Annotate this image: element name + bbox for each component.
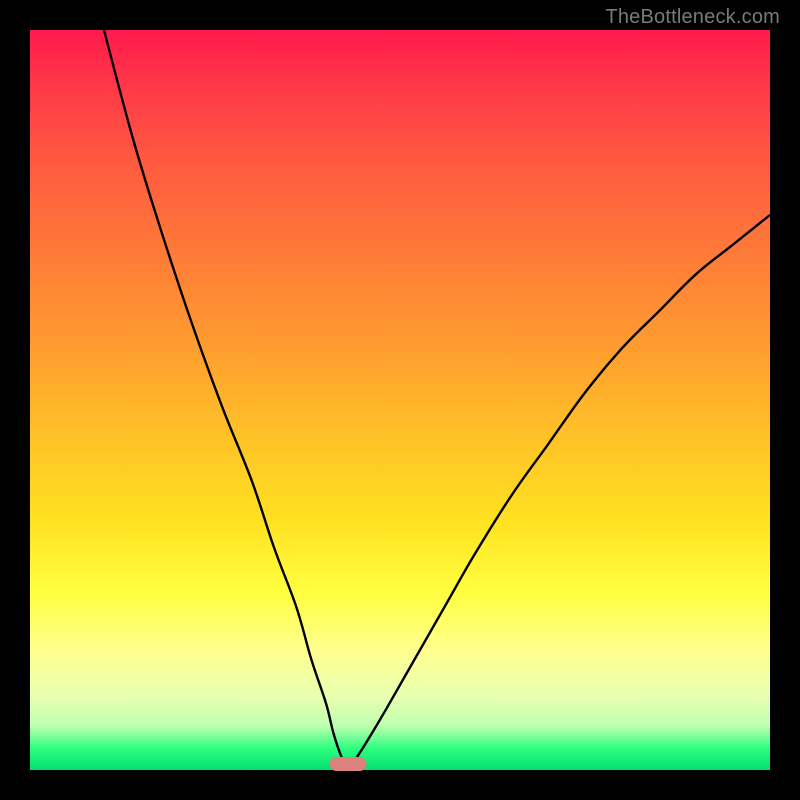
curve-left xyxy=(104,30,348,770)
plot-area xyxy=(30,30,770,770)
bottleneck-marker xyxy=(330,757,367,771)
watermark-text: TheBottleneck.com xyxy=(605,6,780,29)
curve-layer xyxy=(30,30,770,770)
chart-frame: TheBottleneck.com xyxy=(0,0,800,800)
curve-right xyxy=(348,215,770,770)
